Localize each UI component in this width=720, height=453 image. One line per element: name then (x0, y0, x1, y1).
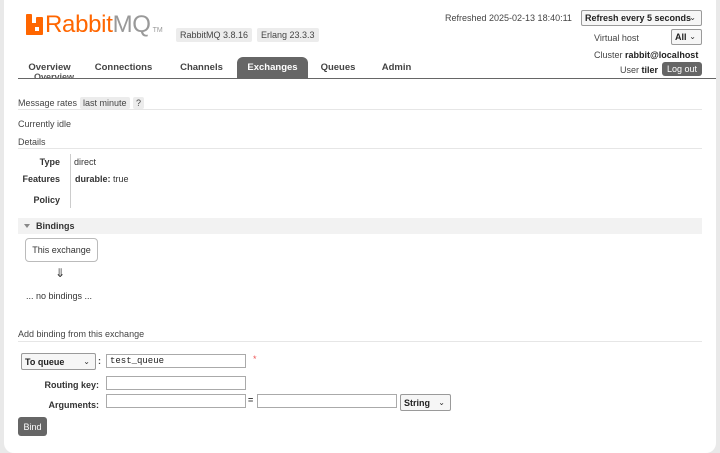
idle-status: Currently idle (18, 119, 72, 129)
virtual-host-select[interactable]: All ⌄ (671, 29, 702, 45)
message-rates-label: Message rates (18, 98, 78, 108)
add-binding-heading: Add binding from this exchange (18, 329, 145, 339)
user-label: User (620, 65, 640, 75)
app-window: Rabbit MQ TM RabbitMQ 3.8.16 Erlang 23.3… (4, 0, 716, 453)
virtual-host-value: All (675, 32, 687, 42)
detail-features-value: durable: true (75, 174, 129, 184)
detail-features-key: Features (22, 174, 60, 184)
tab-queues[interactable]: Queues (308, 57, 368, 78)
main-nav-tabs: Overview Connections Channels Exchanges … (18, 57, 425, 78)
destination-colon: : (98, 356, 101, 366)
divider (18, 109, 702, 110)
destination-type-value: To queue (25, 356, 65, 367)
argument-key-input[interactable] (106, 394, 246, 408)
overview-section-heading: Overview (34, 73, 75, 78)
no-bindings-text: ... no bindings ... (26, 291, 93, 301)
erlang-version-badge: Erlang 23.3.3 (257, 28, 319, 42)
chevron-down-icon: ⌄ (83, 356, 90, 366)
argument-value-input[interactable] (257, 394, 397, 408)
arguments-label: Arguments: (48, 400, 99, 410)
argument-type-value: String (404, 397, 430, 408)
detail-type-key: Type (39, 157, 60, 167)
feature-durable-key: durable: (75, 174, 111, 184)
cluster-label: Cluster (594, 50, 623, 60)
rabbitmq-version-badge: RabbitMQ 3.8.16 (176, 28, 253, 42)
rabbitmq-logo[interactable]: Rabbit MQ TM (26, 11, 163, 38)
chevron-down-icon: ⌄ (689, 32, 696, 42)
logo-text-mq: MQ (112, 11, 151, 38)
chevron-down-icon: ⌄ (689, 13, 696, 23)
routing-key-label: Routing key: (44, 380, 99, 390)
tab-exchanges[interactable]: Exchanges (237, 57, 308, 78)
details-heading: Details (18, 137, 46, 147)
chevron-down-icon: ⌄ (438, 397, 445, 407)
tabs-underline (18, 78, 716, 79)
tab-connections[interactable]: Connections (81, 57, 166, 78)
detail-type-value: direct (74, 157, 97, 167)
feature-durable-value: true (113, 174, 129, 184)
logo-text-rabbit: Rabbit (45, 11, 113, 38)
rabbit-logo-icon (26, 14, 43, 35)
virtual-host-label: Virtual host (594, 33, 639, 43)
user-info: User tiler (620, 65, 658, 75)
cluster-info: Cluster rabbit@localhost (594, 50, 698, 60)
routing-key-input[interactable] (106, 376, 246, 390)
user-name: tiler (641, 65, 659, 75)
divider (18, 148, 702, 149)
details-separator (70, 154, 71, 208)
argument-equals: = (248, 395, 254, 405)
tab-admin[interactable]: Admin (368, 57, 425, 78)
detail-policy-key: Policy (33, 195, 60, 205)
refreshed-timestamp: Refreshed 2025-02-13 18:40:11 (445, 13, 572, 23)
logo-trademark: TM (152, 27, 163, 34)
logout-button[interactable]: Log out (662, 62, 703, 76)
required-marker: * (253, 354, 257, 364)
refresh-interval-value: Refresh every 5 seconds (585, 13, 692, 23)
this-exchange-box: This exchange (25, 238, 98, 262)
message-rates-period[interactable]: last minute (80, 97, 130, 109)
divider (18, 341, 702, 342)
cluster-name: rabbit@localhost (625, 50, 699, 60)
tab-channels[interactable]: Channels (166, 57, 237, 78)
refresh-interval-select[interactable]: Refresh every 5 seconds ⌄ (581, 10, 702, 26)
destination-name-input[interactable]: test_queue (106, 354, 246, 368)
bindings-heading: Bindings (36, 221, 75, 231)
message-rates-help[interactable]: ? (133, 97, 145, 109)
collapse-triangle-icon (24, 224, 30, 228)
argument-type-select[interactable]: String ⌄ (400, 394, 451, 411)
bind-button[interactable]: Bind (18, 417, 47, 436)
bindings-section-toggle[interactable]: Bindings (18, 218, 702, 234)
destination-type-select[interactable]: To queue ⌄ (21, 353, 96, 370)
arrow-down-icon: ⇓ (55, 266, 66, 280)
